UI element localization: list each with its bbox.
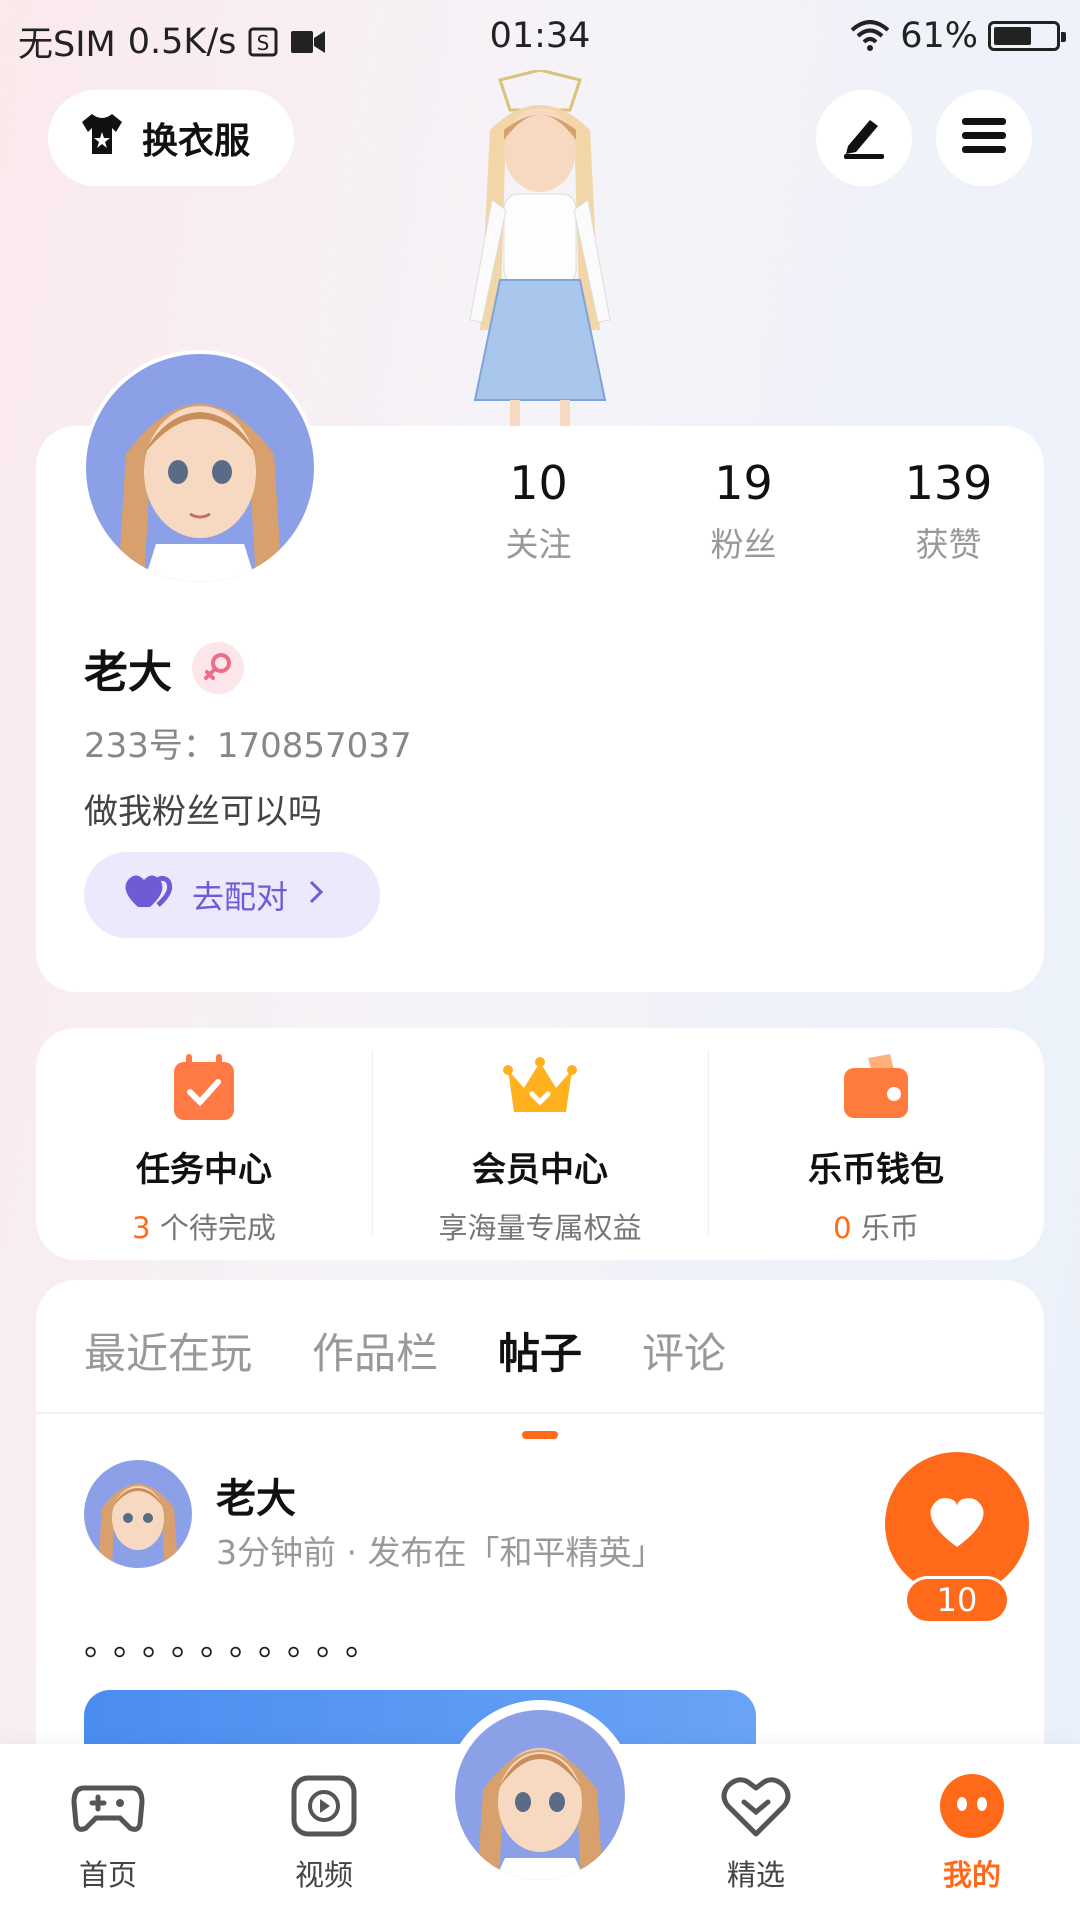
avatar-3d-figure[interactable] [430,68,650,430]
nav-mine[interactable]: 我的 [864,1744,1080,1920]
nav-label: 我的 [942,1858,1001,1892]
stat-followers[interactable]: 19 粉丝 [641,456,846,566]
like-button[interactable] [885,1452,1029,1596]
quick-title: 任务中心 [136,1150,272,1190]
heart-icon [718,1768,794,1844]
stat-label: 粉丝 [710,525,777,564]
wifi-icon [850,20,890,52]
tab-works[interactable]: 作品栏 [312,1320,438,1381]
coin-count: 0 [833,1211,852,1245]
stat-following[interactable]: 10 关注 [436,456,641,566]
post-meta: 3分钟前 · 发布在「和平精英」 [216,1533,665,1572]
tab-posts[interactable]: 帖子 [498,1320,582,1439]
quick-subtitle: 个待完成 [150,1211,276,1245]
calendar-check-icon [166,1050,242,1126]
tab-comments[interactable]: 评论 [642,1320,726,1381]
vip-center-button[interactable]: 会员中心 享海量专属权益 [372,1028,708,1260]
go-pair-label: 去配对 [192,878,289,916]
edit-button[interactable] [816,90,912,186]
quick-actions-card: 任务中心 3 个待完成 会员中心 享海量专属权益 乐币钱包 0 乐币 [36,1028,1044,1260]
menu-button[interactable] [936,90,1032,186]
go-pair-button[interactable]: 去配对 [84,852,380,938]
pending-count: 3 [132,1211,151,1245]
heart-icon [927,1495,987,1553]
tab-recent-play[interactable]: 最近在玩 [84,1320,252,1381]
post-author-name[interactable]: 老大 [216,1466,296,1524]
play-icon [286,1768,362,1844]
coin-wallet-button[interactable]: 乐币钱包 0 乐币 [708,1028,1044,1260]
nav-label: 首页 [78,1858,137,1892]
tshirt-icon [78,112,126,165]
like-count: 10 [904,1576,1010,1624]
profile-avatar[interactable] [82,350,318,586]
profile-tabs: 最近在玩 作品栏 帖子 评论 [84,1320,726,1439]
profile-stats: 10 关注 19 粉丝 139 获赞 [436,456,1051,566]
wallet-icon [838,1050,914,1126]
face-icon [934,1768,1010,1844]
task-center-button[interactable]: 任务中心 3 个待完成 [36,1028,372,1260]
nav-label: 精选 [726,1858,785,1892]
nav-label: 视频 [294,1858,353,1892]
female-icon [192,642,244,694]
double-heart-icon [124,871,174,919]
stat-label: 获赞 [915,525,982,564]
stat-value: 19 [714,456,773,510]
nav-avatar-button[interactable] [445,1700,635,1890]
gamepad-icon [70,1768,146,1844]
stat-likes[interactable]: 139 获赞 [846,456,1051,566]
stat-value: 10 [509,456,568,510]
hamburger-menu-icon [960,116,1008,160]
quick-subtitle: 乐币 [851,1211,919,1245]
nav-featured[interactable]: 精选 [648,1744,864,1920]
user-id: 233号：170857037 [84,726,412,766]
quick-title: 乐币钱包 [808,1150,944,1190]
status-bar: 无SIM 0.5K/s S 01:34 61% [0,0,1080,76]
quick-subtitle: 享海量专属权益 [438,1211,642,1245]
nav-home[interactable]: 首页 [0,1744,216,1920]
crown-icon [502,1050,578,1126]
post-text[interactable]: 。。。。。。。。。。 [84,1616,391,1665]
chevron-right-icon [306,876,326,914]
nav-video[interactable]: 视频 [216,1744,432,1920]
divider [36,1412,1044,1414]
battery-percent: 61% [900,16,978,56]
post-author-avatar[interactable] [84,1460,192,1568]
quick-title: 会员中心 [472,1150,608,1190]
stat-label: 关注 [505,525,572,564]
user-bio: 做我粉丝可以吗 [84,792,322,832]
pen-icon [840,112,888,164]
change-outfit-button[interactable]: 换衣服 [48,90,294,186]
battery-icon [988,21,1066,51]
stat-value: 139 [904,456,993,510]
change-outfit-label: 换衣服 [142,121,251,162]
user-name: 老大 [84,647,172,698]
